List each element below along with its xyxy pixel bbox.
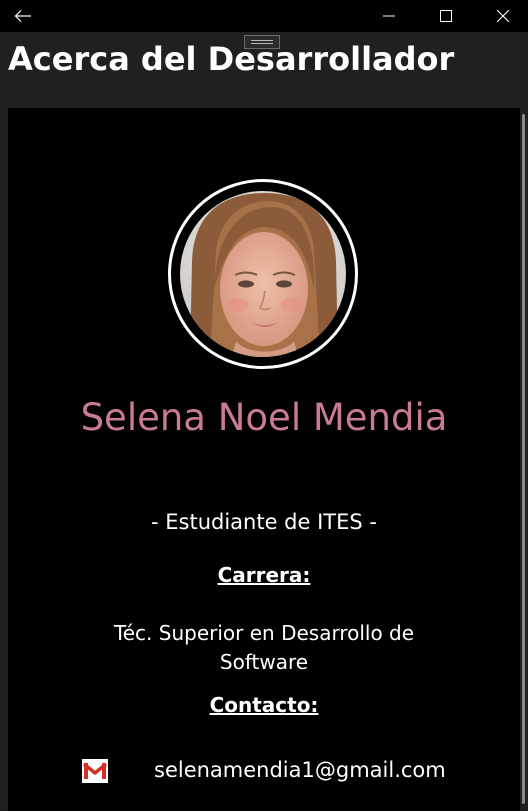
career-label: Carrera: [217,563,311,587]
back-button[interactable] [0,0,46,32]
email-link[interactable]: selenamendia1@gmail.com [154,758,446,782]
minimize-icon [383,15,395,17]
career-value: Téc. Superior en Desarrollo de Software [113,621,415,674]
profile-panel: Selena Noel Mendia - Estudiante de ITES … [8,108,520,811]
arrow-left-icon [14,10,31,22]
page-title: Acerca del Desarrollador [8,40,455,78]
title-bar [0,0,528,32]
close-button[interactable] [480,0,526,32]
vertical-scrollbar[interactable] [520,108,528,811]
developer-name: Selena Noel Mendia [80,396,448,439]
close-icon [497,10,509,22]
minimize-button[interactable] [366,0,412,32]
maximize-icon [440,10,452,22]
scrollbar-thumb[interactable] [522,114,525,804]
contact-label: Contacto: [209,693,319,717]
maximize-button[interactable] [423,0,469,32]
developer-role: - Estudiante de ITES - [151,510,377,534]
gmail-icon[interactable] [82,759,108,783]
avatar-frame [168,179,358,369]
avatar [180,191,346,357]
